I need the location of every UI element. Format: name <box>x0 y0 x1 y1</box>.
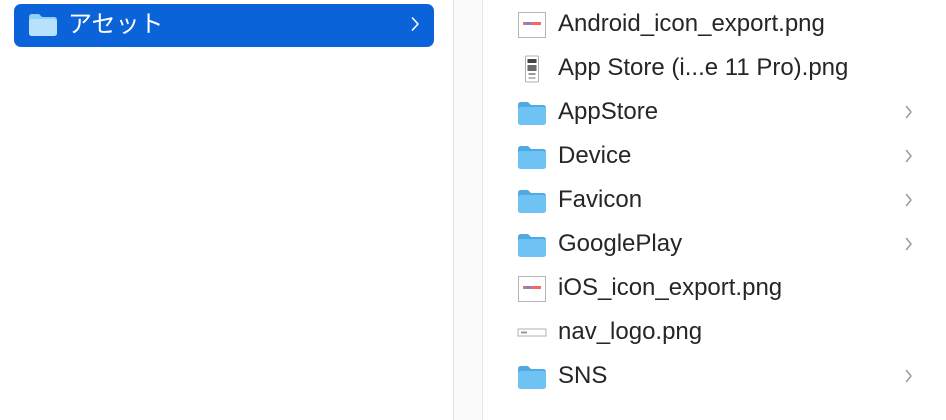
column-gutter <box>454 0 482 420</box>
file-name: Device <box>558 142 632 169</box>
file-list-column: Android_icon_export.png App Store (i...e… <box>483 0 946 420</box>
image-file-icon <box>517 11 547 39</box>
folder-icon <box>517 231 547 259</box>
file-name: SNS <box>558 362 608 389</box>
file-name: GooglePlay <box>558 230 683 257</box>
file-name: Android_icon_export.png <box>558 10 825 37</box>
file-name: App Store (i...e 11 Pro).png <box>558 54 849 81</box>
chevron-right-icon <box>905 193 913 207</box>
parent-column: アセット <box>0 0 453 420</box>
file-name: Favicon <box>558 186 643 213</box>
folder-item-device[interactable]: Device <box>483 135 946 179</box>
folder-item-favicon[interactable]: Favicon <box>483 179 946 223</box>
image-file-icon <box>517 275 547 303</box>
folder-icon <box>517 143 547 171</box>
chevron-right-icon <box>411 16 420 32</box>
chevron-right-icon <box>905 105 913 119</box>
chevron-right-icon <box>905 369 913 383</box>
file-name: AppStore <box>558 98 659 125</box>
chevron-right-icon <box>905 149 913 163</box>
sidebar-item-label: アセット <box>68 11 164 38</box>
folder-icon <box>28 13 58 42</box>
chevron-right-icon <box>905 237 913 251</box>
banner-file-icon <box>517 319 547 347</box>
file-item-nav-logo[interactable]: nav_logo.png <box>483 311 946 355</box>
folder-item-sns[interactable]: SNS <box>483 355 946 399</box>
file-name: iOS_icon_export.png <box>558 274 783 301</box>
file-item-ios-icon-export[interactable]: iOS_icon_export.png <box>483 267 946 311</box>
phone-screenshot-icon <box>517 55 547 83</box>
folder-item-googleplay[interactable]: GooglePlay <box>483 223 946 267</box>
file-item-app-store-screenshot[interactable]: App Store (i...e 11 Pro).png <box>483 47 946 91</box>
file-item-android-icon-export[interactable]: Android_icon_export.png <box>483 3 946 47</box>
folder-icon <box>517 187 547 215</box>
folder-item-appstore[interactable]: AppStore <box>483 91 946 135</box>
sidebar-item-assets[interactable]: アセット <box>14 4 434 47</box>
file-name: nav_logo.png <box>558 318 703 345</box>
folder-icon <box>517 363 547 391</box>
folder-icon <box>517 99 547 127</box>
